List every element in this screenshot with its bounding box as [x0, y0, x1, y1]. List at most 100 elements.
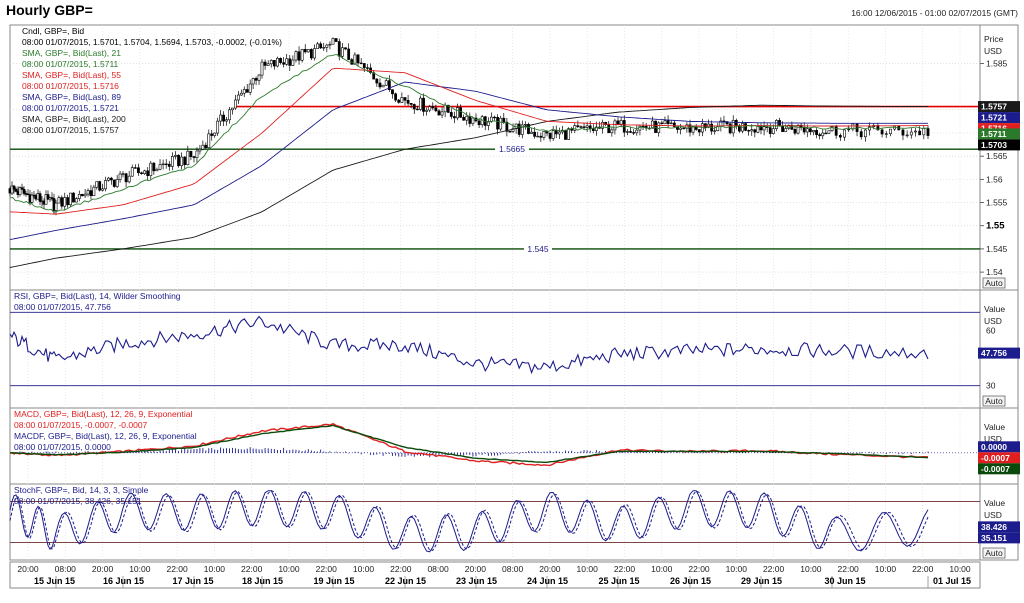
stoch-legend-line: 08:00 01/07/2015, 38.426, 35.151 — [14, 496, 142, 506]
x-time-label: 10:00 — [875, 564, 897, 574]
price-legend-line: SMA, GBP=, Bid(Last), 55 — [22, 70, 121, 80]
candle-up — [316, 43, 319, 49]
x-time-label: 22:00 — [316, 564, 338, 574]
candle-up — [236, 94, 240, 101]
candle-down — [245, 89, 249, 93]
price-tick-label: 1.545 — [986, 244, 1008, 254]
badge-close: 1.5703 — [981, 140, 1007, 150]
candle-up — [161, 163, 165, 166]
candle-up — [663, 120, 667, 125]
candle-down — [477, 120, 481, 126]
candle-up — [69, 192, 72, 206]
x-time-label: 20:00 — [465, 564, 487, 574]
x-date-label: 17 Jun 15 — [172, 576, 213, 586]
x-time-label: 10:00 — [353, 564, 375, 574]
candle-up — [905, 134, 909, 137]
candle-up — [542, 131, 546, 138]
price-axis-unit: USD — [984, 46, 1002, 56]
candle-up — [922, 128, 926, 136]
x-date-label: 24 Jun 15 — [527, 576, 568, 586]
candle-up — [551, 130, 555, 139]
candle-up — [107, 177, 110, 181]
price-legend-line: SMA, GBP=, Bid(Last), 21 — [22, 48, 121, 58]
candle-down — [109, 177, 113, 181]
candle-up — [170, 156, 174, 167]
candle-down — [210, 133, 214, 136]
candle-up — [610, 129, 614, 134]
auto-label-price: Auto — [985, 278, 1003, 288]
candle-down — [496, 117, 500, 130]
candle-up — [771, 128, 775, 134]
candle-up — [306, 49, 310, 53]
candle-up — [149, 162, 153, 176]
chart-canvas: Hourly GBP= 16:00 12/06/2015 - 01:00 02/… — [6, 2, 1020, 589]
x-time-label: 20:00 — [539, 564, 561, 574]
candle-down — [539, 135, 543, 138]
candle-down — [793, 129, 797, 134]
candle-up — [340, 47, 344, 57]
x-time-label: 22:00 — [763, 564, 785, 574]
candle-down — [297, 51, 301, 61]
candle-down — [167, 163, 171, 167]
x-time-label: 10:00 — [651, 564, 673, 574]
candle-up — [613, 120, 617, 131]
price-axis-title: Price — [984, 34, 1004, 44]
candle — [72, 192, 75, 203]
candle-down — [403, 97, 407, 101]
price-legend-line: 08:00 01/07/2015, 1.5701, 1.5704, 1.5694… — [22, 37, 282, 47]
candle — [564, 129, 567, 140]
badge-stoch-d: 35.151 — [981, 533, 1007, 543]
candle-down — [394, 93, 398, 101]
candle-down — [282, 62, 286, 65]
candle-up — [294, 51, 298, 61]
candle-up — [57, 197, 61, 204]
candle-up — [257, 74, 261, 81]
candle-down — [616, 120, 620, 125]
candle-down — [189, 150, 193, 157]
x-date-label: 18 Jun 15 — [242, 576, 283, 586]
x-date-label: 01 Jul 15 — [933, 576, 971, 586]
candle-up — [400, 97, 404, 103]
stoch-legend-line: StochF, GBP=, Bid, 14, 3, 3, Simple — [14, 485, 149, 495]
candle-up — [276, 58, 279, 67]
x-date-label: 19 Jun 15 — [313, 576, 354, 586]
candle-down — [449, 112, 453, 117]
candle-up — [322, 47, 326, 49]
candle — [527, 122, 530, 135]
candle-up — [248, 83, 252, 93]
candle-up — [195, 150, 199, 158]
candle-up — [207, 133, 211, 149]
candle-down — [564, 129, 567, 140]
candle-up — [269, 60, 273, 65]
x-time-label: 08:00 — [55, 564, 77, 574]
candle-up — [821, 132, 825, 137]
candle-down — [808, 128, 812, 133]
candle-down — [38, 193, 42, 202]
x-time-label: 22:00 — [166, 564, 188, 574]
stoch-axis-title: Value — [984, 498, 1005, 508]
chart-window: Hourly GBP= 16:00 12/06/2015 - 01:00 02/… — [0, 0, 1024, 603]
candle-down — [137, 167, 140, 174]
candle-up — [300, 48, 304, 61]
candle-up — [331, 38, 335, 45]
x-time-label: 10:00 — [204, 564, 226, 574]
candle-up — [143, 170, 147, 174]
candle-up — [796, 124, 800, 134]
x-time-label: 10:00 — [726, 564, 748, 574]
candle-up — [784, 128, 788, 132]
candle-down — [347, 48, 351, 60]
candle-down — [66, 197, 70, 206]
candle-down — [409, 103, 413, 105]
candle-down — [753, 129, 757, 133]
candle-up — [155, 168, 159, 172]
candle-up — [228, 109, 231, 121]
candle-down — [344, 47, 347, 50]
x-time-label: 22:00 — [390, 564, 412, 574]
candle-up — [585, 125, 589, 128]
candle-down — [533, 131, 537, 137]
price-tick-label: 1.555 — [986, 198, 1008, 208]
candle-down — [140, 172, 143, 174]
candle — [334, 38, 338, 43]
x-time-label: 10:00 — [949, 564, 971, 574]
candle-down — [303, 48, 307, 53]
